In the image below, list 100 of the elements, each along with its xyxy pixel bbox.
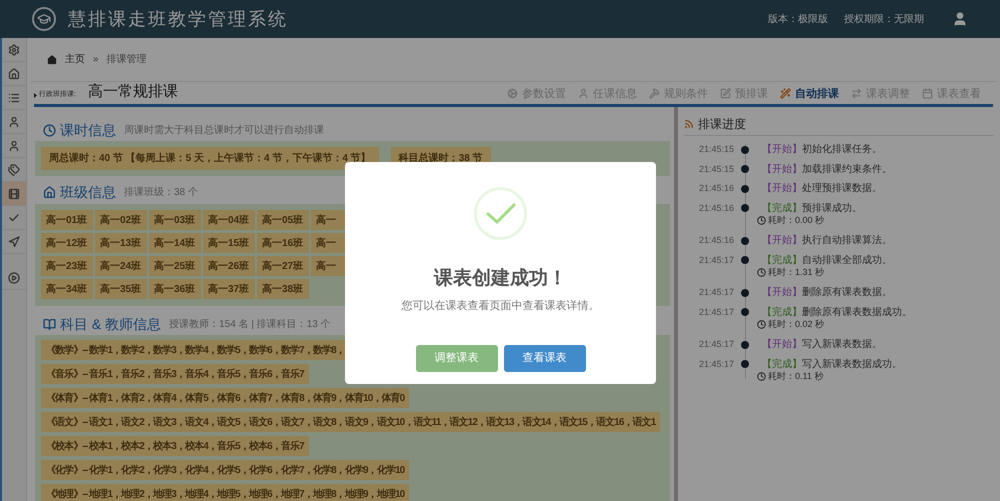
class-tile[interactable]: 高一37班: [203, 279, 255, 299]
app-title: 慧排课走班教学管理系统: [68, 8, 288, 30]
section-title: 课时信息: [60, 120, 116, 140]
panel-title: 排课进度: [698, 116, 746, 132]
home-icon: [47, 54, 57, 64]
duration-text: 耗时：0.00 秒: [768, 214, 824, 227]
timeline-time: 21:45:15: [698, 162, 734, 176]
dialog-button[interactable]: 调整课表: [416, 345, 498, 372]
timeline-tag: 【完成】: [762, 356, 802, 372]
timeline-tag: 【开始】: [762, 233, 802, 248]
breadcrumb-link[interactable]: 主页: [65, 52, 85, 67]
class-tile[interactable]: 高一14班: [149, 233, 201, 253]
home-icon: [8, 68, 20, 80]
send-icon: [8, 236, 20, 248]
class-tile[interactable]: 高一35班: [95, 279, 147, 299]
class-tile[interactable]: 高一04班: [203, 210, 255, 230]
calendar-icon: [922, 88, 933, 100]
user-icon: [578, 88, 589, 100]
subject-tile: 《音乐》-- 音乐1，音乐2，音乐3，音乐4，音乐5，音乐6，音乐7: [41, 364, 309, 384]
class-tile[interactable]: 高一26班: [203, 256, 255, 276]
timeline-text: 处理预排课数据。: [802, 182, 882, 196]
class-tile[interactable]: 高一27班: [257, 256, 309, 276]
version-text: 版本：极限版: [768, 12, 828, 26]
subject-tile: 《化学》-- 化学1，化学2，化学3，化学4，化学5，化学6，化学7，化学8，化学9，化学10: [41, 460, 410, 480]
timeline-text: 删除原有课表数据成功。: [802, 306, 912, 320]
swap-icon: [851, 88, 862, 100]
dialog-title: 课表创建成功！: [434, 267, 567, 291]
timeline-time: 21:45:16: [698, 234, 734, 247]
timeline-time: 21:45:17: [698, 306, 734, 318]
section-note: 授课教师：154 名 | 排课科目：13 个: [169, 318, 331, 332]
class-tile[interactable]: 高一12班: [41, 233, 93, 253]
section-title: 科目 & 教师信息: [60, 314, 162, 334]
logo-icon: [32, 7, 56, 31]
wand-icon: [780, 88, 791, 100]
timeline-time: 21:45:17: [698, 358, 734, 370]
user-icon: [8, 140, 20, 152]
duration-text: 耗时：0.11 秒: [768, 370, 824, 383]
duration-text: 耗时：1.31 秒: [768, 266, 824, 279]
film-icon: [8, 188, 20, 200]
class-tile[interactable]: 高一02班: [95, 210, 147, 230]
class-tile[interactable]: 高一13班: [95, 233, 147, 253]
subject-tile: 《语文》-- 语文1，语文2，语文3，语文4，语文5，语文6，语文7，语文8，语文9，语文10，语文11，语文12，语文13，语文14，语文15，语文16，语文1: [41, 412, 660, 432]
breadcrumb-separator: »: [93, 53, 99, 67]
timeline-tag: 【开始】: [762, 285, 802, 300]
subject-tile: 《校本》-- 校本1，校本2，校本3，校本4，音乐5，校本6，音乐7: [41, 436, 309, 456]
timeline-time: 21:45:17: [698, 286, 734, 299]
clock-icon: [757, 216, 766, 225]
edit-icon: [720, 88, 731, 100]
timeline-tag: 【完成】: [762, 200, 802, 216]
clock-icon: [757, 372, 766, 381]
timeline-text: 写入新课表数据。: [802, 338, 882, 352]
timeline-text: 预排课成功。: [802, 202, 862, 216]
user-icon: [8, 116, 20, 128]
timeline-text: 加载排课约束条件。: [802, 162, 892, 177]
timeline-tag: 【完成】: [762, 304, 802, 320]
subject-tile: 《地理》-- 地理1，地理2，地理3，地理4，地理5，地理6，地理7，地理8，地理9，地理10: [41, 484, 410, 501]
sidebar-item[interactable]: [2, 182, 26, 206]
dialog-message: 您可以在课表查看页面中查看课表详情。: [402, 298, 600, 314]
timeline-tag: 【开始】: [762, 337, 802, 352]
timeline-time: 21:45:17: [698, 254, 734, 266]
class-tile[interactable]: 高一15班: [203, 233, 255, 253]
book-icon: [43, 318, 56, 330]
section-note: 周课时需大于科目总课时才可以进行自动排课: [124, 124, 324, 138]
timeline-tag: 【开始】: [762, 181, 802, 196]
step-tab[interactable]: 自动排课: [780, 86, 839, 102]
timeline-text: 删除原有课表数据。: [802, 286, 892, 300]
class-tile[interactable]: 高一16班: [257, 233, 309, 253]
clock-icon: [757, 268, 766, 277]
subject-tile: 《体育》-- 体育1，体育2，体育4，体育5，体育6，体育7，体育8，体育9，体育10，体育0: [41, 388, 410, 408]
settings-icon: [8, 44, 20, 56]
list-icon: [8, 92, 20, 104]
class-tile[interactable]: 高一03班: [149, 210, 201, 230]
class-tile[interactable]: 高一23班: [41, 256, 93, 276]
class-tile[interactable]: 高一38班: [257, 279, 309, 299]
class-tile[interactable]: 高一01班: [41, 210, 93, 230]
timeline-time: 21:45:15: [698, 143, 734, 156]
hammer-icon: [649, 88, 660, 100]
dialog-button[interactable]: 查看课表: [504, 345, 586, 372]
clock-icon: [757, 320, 766, 329]
caret-icon: [34, 93, 37, 98]
timeline-time: 21:45:16: [698, 202, 734, 214]
page-title: 高一常规排课: [88, 82, 178, 102]
class-tile[interactable]: 高一05班: [257, 210, 309, 230]
class-tile[interactable]: 高一36班: [149, 279, 201, 299]
duration-text: 耗时：0.02 秒: [768, 318, 824, 331]
user-icon[interactable]: [952, 11, 968, 27]
breadcrumb-link[interactable]: 排课管理: [106, 52, 147, 67]
license-text: 授权期限：无限期: [844, 12, 924, 26]
gears-icon: [507, 88, 518, 100]
class-tile[interactable]: 高一25班: [149, 256, 201, 276]
timeline-text: 自动排课全部成功。: [802, 254, 892, 268]
timeline-tag: 【开始】: [762, 142, 802, 158]
section-note: 排课班级：38 个: [124, 186, 198, 200]
class-tile[interactable]: 高一34班: [41, 279, 93, 299]
timeline-time: 21:45:17: [698, 338, 734, 351]
timeline-time: 21:45:16: [698, 182, 734, 195]
timeline-text: 初始化排课任务。: [802, 142, 882, 158]
success-check-icon: [474, 187, 527, 240]
class-tile[interactable]: 高一24班: [95, 256, 147, 276]
timeline-text: 执行自动排课算法。: [802, 234, 892, 248]
